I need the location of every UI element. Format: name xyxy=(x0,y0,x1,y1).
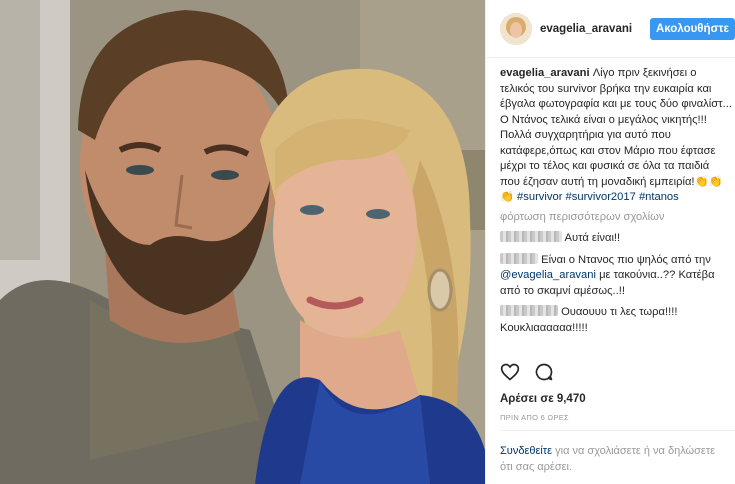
action-bar xyxy=(500,362,554,385)
login-prompt: Συνδεθείτε για να σχολιάσετε ή να δηλώσε… xyxy=(500,443,730,475)
follow-button[interactable]: Ακολουθήστε xyxy=(649,17,735,40)
instagram-post: evagelia_aravani Ακολουθήστε evagelia_ar… xyxy=(0,0,735,484)
comment-icon[interactable] xyxy=(534,362,554,385)
hashtag[interactable]: #ntanos xyxy=(639,191,679,203)
heart-icon[interactable] xyxy=(500,362,520,385)
header-username[interactable]: evagelia_aravani xyxy=(540,23,650,35)
load-more-comments-link[interactable]: φόρτωση περισσότερων σχολίων xyxy=(500,210,732,226)
blurred-username xyxy=(500,231,562,242)
login-link[interactable]: Συνδεθείτε xyxy=(500,445,552,457)
blurred-username xyxy=(500,305,558,316)
hashtag[interactable]: #survivor2017 xyxy=(566,191,636,203)
post-caption: evagelia_aravani Λίγο πριν ξεκινήσει ο τ… xyxy=(500,66,732,206)
post-header: evagelia_aravani Ακολουθήστε xyxy=(486,0,735,58)
hashtag[interactable]: #survivor xyxy=(517,191,562,203)
blurred-username xyxy=(500,252,538,264)
caption-username[interactable]: evagelia_aravani xyxy=(500,67,590,79)
likes-count[interactable]: Αρέσει σε 9,470 xyxy=(500,393,586,405)
post-photo[interactable] xyxy=(0,0,485,484)
comment-text: Αυτά είναι!! xyxy=(564,232,621,244)
comment: Αυτά είναι!! xyxy=(500,231,732,247)
comment: Είναι ο Ντανος πιο ψηλός από την @evagel… xyxy=(500,252,732,300)
avatar[interactable] xyxy=(500,12,532,45)
comment: Ουαουυυ τι λες τωρα!!!! Κουκλιαααααα!!!!… xyxy=(500,305,732,336)
caption-text: Λίγο πριν ξεκινήσει ο τελικός του surviv… xyxy=(500,67,732,203)
avatar-image xyxy=(500,12,532,45)
post-timestamp[interactable]: ΠΡΙΝ ΑΠΟ 6 ΩΡΕΣ xyxy=(500,413,569,422)
selfie-image xyxy=(0,0,485,484)
post-sidebar: evagelia_aravani Ακολουθήστε evagelia_ar… xyxy=(485,0,735,484)
comment-text: Είναι ο Ντανος πιο ψηλός από την xyxy=(541,253,711,266)
comments-section: evagelia_aravani Λίγο πριν ξεκινήσει ο τ… xyxy=(500,66,732,336)
divider xyxy=(500,430,735,431)
comment-mention[interactable]: @evagelia_aravani xyxy=(500,269,596,281)
